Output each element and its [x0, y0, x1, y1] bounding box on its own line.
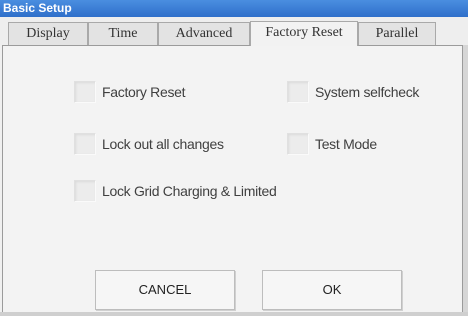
- tab-time[interactable]: Time: [88, 22, 158, 46]
- checkbox-box[interactable]: [74, 81, 96, 103]
- system-selfcheck-checkbox[interactable]: System selfcheck: [287, 81, 419, 103]
- checkbox-box[interactable]: [74, 133, 96, 155]
- ok-button[interactable]: OK: [262, 270, 402, 310]
- system-selfcheck-label: System selfcheck: [315, 84, 420, 100]
- checkbox-box[interactable]: [74, 180, 96, 202]
- panel-edge: [463, 45, 468, 316]
- tab-parallel[interactable]: Parallel: [358, 22, 436, 46]
- window-title: Basic Setup: [0, 0, 468, 17]
- test-mode-label: Test Mode: [315, 136, 377, 152]
- tab-advanced[interactable]: Advanced: [158, 22, 250, 46]
- checkbox-box[interactable]: [287, 133, 309, 155]
- lock-out-all-changes-label: Lock out all changes: [102, 136, 224, 152]
- test-mode-checkbox[interactable]: Test Mode: [287, 133, 377, 155]
- tab-factory-reset[interactable]: Factory Reset: [250, 21, 358, 46]
- cancel-button[interactable]: CANCEL: [95, 270, 235, 310]
- lock-grid-charging-label: Lock Grid Charging & Limited: [102, 183, 277, 199]
- checkbox-box[interactable]: [287, 81, 309, 103]
- basic-setup-window: Basic Setup Display Time Advanced Factor…: [0, 0, 468, 316]
- factory-reset-checkbox[interactable]: Factory Reset: [74, 81, 186, 103]
- lock-out-all-changes-checkbox[interactable]: Lock out all changes: [74, 133, 224, 155]
- factory-reset-label: Factory Reset: [102, 84, 186, 100]
- lock-grid-charging-checkbox[interactable]: Lock Grid Charging & Limited: [74, 180, 277, 202]
- tab-display[interactable]: Display: [8, 22, 88, 46]
- window-bottom-edge: [0, 312, 468, 316]
